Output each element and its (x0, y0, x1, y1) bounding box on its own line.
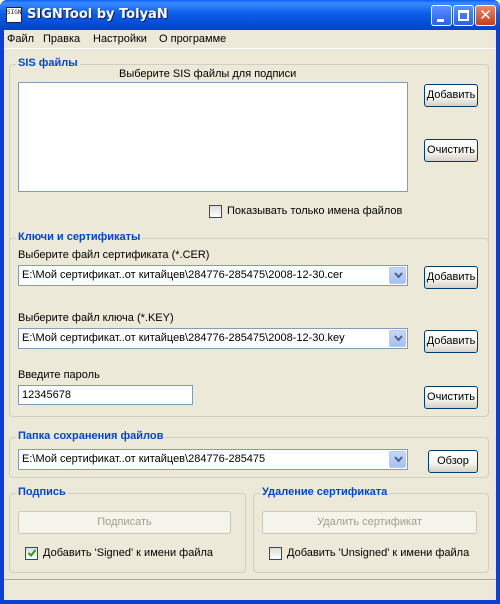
key-combo[interactable]: E:\Мой сертификат..от китайцев\284776-28… (18, 328, 408, 349)
output-folder-group: Папка сохранения файлов E:\Мой сертифика… (9, 430, 489, 478)
key-combo-value: E:\Мой сертификат..от китайцев\284776-28… (22, 332, 345, 344)
menu-bar: Файл Правка Настройки О программе (4, 30, 496, 49)
window-bottom-border (0, 600, 500, 604)
add-unsigned-checkbox[interactable] (269, 547, 282, 560)
key-combo-dropdown[interactable] (389, 330, 406, 347)
output-folder-dropdown[interactable] (389, 451, 406, 468)
window-title: SIGNTool by TolyaN (27, 7, 168, 22)
sis-files-list[interactable] (18, 82, 408, 192)
cert-combo[interactable]: E:\Мой сертификат..от китайцев\284776-28… (18, 265, 408, 286)
close-icon: ✕ (479, 6, 492, 24)
remove-cert-button[interactable]: Удалить сертификат (262, 511, 477, 534)
sis-files-group: SIS файлы Выберите SIS файлы для подписи… (9, 57, 489, 252)
unsign-group-title: Удаление сертификата (260, 486, 390, 498)
chevron-down-icon (394, 456, 403, 463)
menu-settings[interactable]: Настройки (93, 33, 147, 45)
maximize-button[interactable] (453, 5, 474, 26)
sign-group-title: Подпись (16, 486, 68, 498)
sign-group: Подпись Подписать Добавить 'Signed' к им… (9, 486, 246, 573)
cert-add-button[interactable]: Добавить (424, 266, 478, 289)
key-label: Выберите файл ключа (*.KEY) (18, 312, 174, 324)
show-names-only-label: Показывать только имена файлов (227, 205, 403, 217)
menu-edit[interactable]: Правка (43, 33, 80, 45)
minimize-icon (437, 19, 444, 22)
maximize-icon (458, 10, 469, 21)
keys-group-title: Ключи и сертификаты (16, 231, 143, 243)
minimize-button[interactable] (431, 5, 452, 26)
keys-group: Ключи и сертификаты Выберите файл сертиф… (9, 231, 489, 417)
check-icon (27, 549, 37, 557)
output-folder-value: E:\Мой сертификат..от китайцев\284776-28… (22, 453, 266, 465)
menu-file[interactable]: Файл (7, 33, 34, 45)
add-signed-label: Добавить 'Signed' к имени файла (43, 547, 213, 559)
app-window: SIGN SIGNTool by TolyaN ✕ Файл Правка На… (0, 0, 500, 604)
sign-button[interactable]: Подписать (18, 511, 231, 534)
password-field[interactable]: 12345678 (18, 385, 193, 405)
close-button[interactable]: ✕ (475, 5, 496, 26)
cert-combo-value: E:\Мой сертификат..от китайцев\284776-28… (22, 269, 343, 281)
output-folder-group-title: Папка сохранения файлов (16, 430, 166, 442)
client-area: Файл Правка Настройки О программе SIS фа… (4, 30, 496, 600)
title-bar[interactable]: SIGN SIGNTool by TolyaN ✕ (0, 0, 500, 30)
output-folder-combo[interactable]: E:\Мой сертификат..от китайцев\284776-28… (18, 449, 408, 470)
chevron-down-icon (394, 335, 403, 342)
browse-button[interactable]: Обзор (428, 450, 478, 473)
add-unsigned-label: Добавить 'Unsigned' к имени файла (287, 547, 470, 559)
keys-clear-button[interactable]: Очистить (424, 386, 478, 409)
chevron-down-icon (394, 272, 403, 279)
sis-files-group-title: SIS файлы (16, 57, 80, 69)
app-icon: SIGN (6, 7, 22, 23)
show-names-only-checkbox[interactable] (209, 205, 222, 218)
sis-add-button[interactable]: Добавить (424, 84, 478, 107)
password-label: Введите пароль (18, 369, 100, 381)
unsign-group: Удаление сертификата Удалить сертификат … (253, 486, 489, 573)
sis-clear-button[interactable]: Очистить (424, 139, 478, 162)
cert-combo-dropdown[interactable] (389, 267, 406, 284)
menu-about[interactable]: О программе (159, 33, 226, 45)
cert-label: Выберите файл сертификата (*.CER) (18, 249, 210, 261)
sis-files-prompt: Выберите SIS файлы для подписи (119, 68, 297, 80)
password-value: 12345678 (22, 389, 71, 401)
key-add-button[interactable]: Добавить (424, 330, 478, 353)
status-bar (4, 579, 496, 600)
add-signed-checkbox[interactable] (25, 547, 38, 560)
